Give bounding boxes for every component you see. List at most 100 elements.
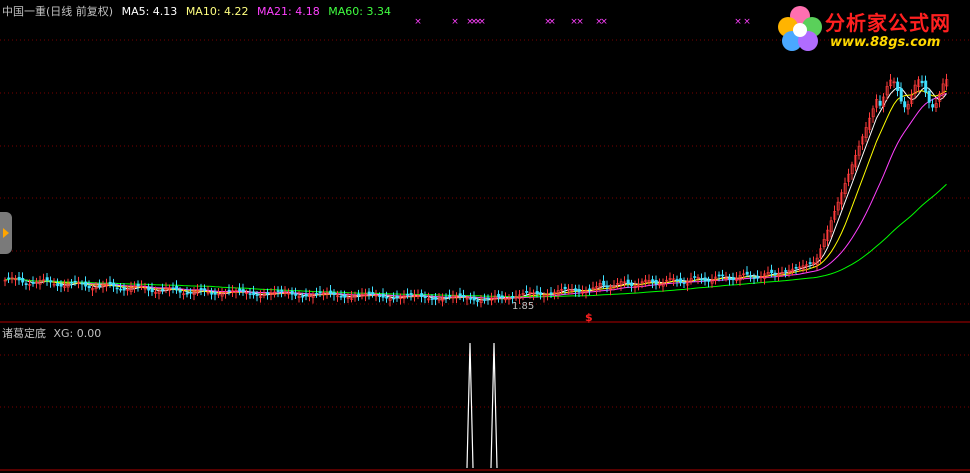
brand-logo: 分析家公式网 www.88gs.com [770, 2, 970, 54]
candle-body [476, 300, 480, 302]
signal-spike [466, 342, 474, 469]
x-marker: × [743, 17, 751, 27]
candle-body [420, 293, 424, 297]
indicator-signals [466, 342, 498, 469]
candle-body [602, 280, 606, 286]
candle-body [315, 293, 319, 295]
candle-body [703, 277, 707, 282]
candle-body [731, 277, 735, 281]
candle-body [318, 291, 322, 294]
x-marker: × [600, 17, 608, 27]
candle-body [255, 294, 259, 296]
candle-body [136, 283, 140, 286]
candle-body [651, 279, 655, 283]
candle-body [21, 277, 25, 283]
ma60-line [4, 183, 947, 298]
ma5-value: MA5: 4.13 [121, 5, 178, 18]
candle-body [924, 80, 928, 93]
candle-body [339, 295, 343, 298]
candle-body [392, 297, 396, 300]
candle-body [483, 299, 487, 301]
candle-body [654, 279, 658, 285]
candle-body [45, 277, 49, 281]
ma5-line [4, 86, 947, 301]
indicator-legend: 诸葛定底 XG: 0.00 [2, 325, 105, 341]
candle-body [903, 101, 907, 108]
x-marker: × [576, 17, 584, 27]
candle-body [462, 295, 466, 298]
candle-body [227, 289, 231, 292]
candle-body [497, 293, 501, 298]
candle-body [448, 295, 452, 297]
candle-body [147, 286, 151, 291]
candle-body [112, 282, 116, 287]
x-marker: × [414, 17, 422, 27]
candle-body [896, 81, 900, 91]
indicator-xg: XG: 0.00 [53, 327, 102, 340]
candle-body [24, 283, 28, 285]
moving-average-lines [4, 86, 947, 301]
candle-body [276, 290, 280, 292]
candle-body [423, 295, 427, 299]
candle-body [549, 292, 553, 294]
candle-body [693, 276, 697, 278]
candle-body [357, 293, 361, 296]
candle-body [395, 295, 399, 298]
ma10-value: MA10: 4.22 [185, 5, 249, 18]
candle-body [171, 287, 175, 290]
brand-url: www.88gs.com [830, 35, 941, 50]
candle-body [294, 293, 298, 296]
candle-body [175, 285, 179, 291]
candle-body [630, 282, 634, 286]
candle-body [280, 289, 284, 292]
candle-body [588, 288, 592, 291]
candle-body [472, 296, 476, 301]
candle-body [266, 292, 270, 295]
candle-body [728, 277, 732, 280]
kline-chart[interactable]: × × ×××× ×× ×× ×× × × [0, 0, 970, 473]
candle-body [675, 279, 679, 282]
signal-spike [490, 342, 498, 469]
ma60-value: MA60: 3.34 [328, 5, 391, 18]
arrow-right-icon [3, 228, 9, 238]
candle-body [784, 270, 788, 272]
candle-body [700, 278, 704, 281]
candle-body [808, 262, 812, 264]
candle-body [367, 291, 371, 294]
candle-body [931, 104, 935, 108]
candle-body [535, 291, 539, 295]
grid-lines [0, 39, 970, 408]
candle-body [717, 274, 721, 277]
flower-icon [778, 6, 822, 51]
candle-body [458, 293, 462, 297]
panel-collapse-handle[interactable] [0, 212, 12, 254]
candle-body [178, 290, 182, 293]
candle-body [301, 295, 305, 298]
low-price-label: 1.85 [512, 301, 535, 312]
candle-body [80, 282, 84, 285]
candle-body [920, 80, 924, 84]
candle-body [56, 283, 60, 287]
candle-body [332, 292, 336, 295]
candle-body [745, 271, 749, 275]
candle-body [409, 293, 413, 295]
candle-body [794, 267, 798, 269]
candle-body [203, 288, 207, 291]
x-marker: × [548, 17, 556, 27]
candle-body [756, 275, 760, 279]
candle-body [371, 292, 375, 295]
signal-marker: $ [585, 311, 593, 324]
candle-body [378, 295, 382, 298]
candle-body [749, 275, 753, 278]
candle-body [539, 292, 543, 296]
candle-body [189, 291, 193, 294]
candle-body [343, 294, 347, 298]
candle-body [73, 280, 77, 283]
candle-body [108, 281, 112, 285]
candle-body [115, 287, 119, 290]
x-marker: × [451, 17, 459, 27]
candle-body [605, 285, 609, 288]
candle-body [70, 281, 74, 284]
x-marker: × [478, 17, 486, 27]
candle-body [248, 293, 252, 295]
